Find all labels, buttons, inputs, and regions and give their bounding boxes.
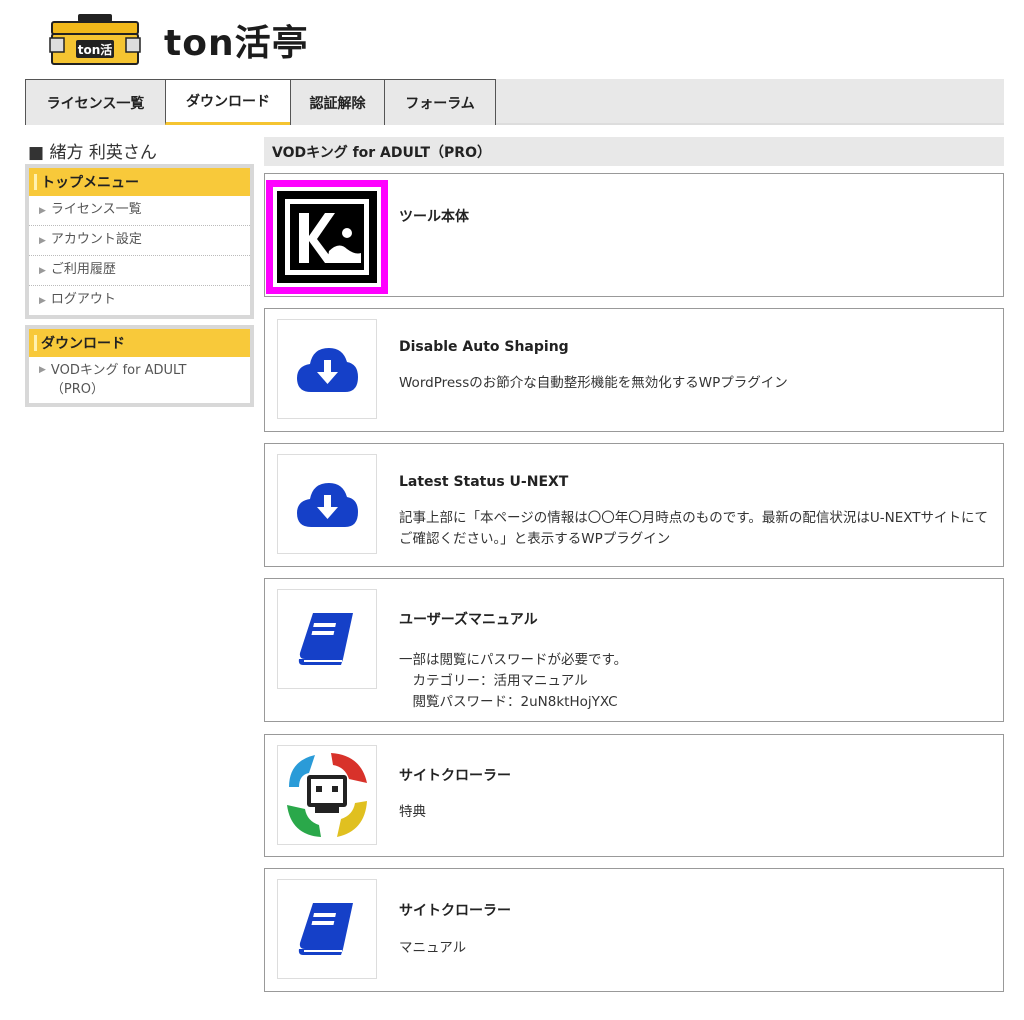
card-title[interactable]: サイトクローラー — [399, 765, 511, 785]
sidebar-item-account-settings[interactable]: ▶ アカウント設定 — [29, 226, 250, 256]
triangle-right-icon: ▶ — [39, 266, 46, 276]
download-card-users-manual[interactable]: ユーザーズマニュアル 一部は閲覧にパスワードが必要です。 カテゴリー：活用マニュ… — [264, 578, 1004, 722]
book-icon[interactable] — [277, 879, 377, 979]
card-description: 一部は閲覧にパスワードが必要です。 カテゴリー：活用マニュアル 閲覧パスワード：… — [399, 652, 628, 710]
triangle-right-icon: ▶ — [39, 365, 46, 375]
user-name: ■ 緒方 利英さん — [28, 143, 157, 163]
sidebar-download-menu: ダウンロード ▶ VODキング for ADULT （PRO） — [25, 325, 254, 407]
card-description: 特典 — [399, 804, 426, 820]
sidebar-item-label: ライセンス一覧 — [50, 202, 142, 217]
main-nav: ライセンス一覧 ダウンロード 認証解除 フォーラム — [25, 79, 1004, 125]
triangle-right-icon: ▶ — [39, 296, 46, 306]
card-description: WordPressのお節介な自動整形機能を無効化するWPプラグイン — [399, 375, 788, 391]
page-title: VODキング for ADULT（PRO） — [264, 137, 1004, 166]
logo-badge-text: ton活 — [78, 42, 113, 57]
download-card-disable-auto-shaping[interactable]: Disable Auto Shaping WordPressのお節介な自動整形機… — [264, 308, 1004, 432]
card-title[interactable]: ユーザーズマニュアル — [399, 609, 538, 629]
sidebar-item-usage-history[interactable]: ▶ ご利用履歴 — [29, 256, 250, 286]
site-title: ton活亭 — [164, 23, 309, 64]
sidebar-item-logout[interactable]: ▶ ログアウト — [29, 286, 250, 315]
robot-icon[interactable] — [277, 745, 377, 845]
triangle-right-icon: ▶ — [39, 206, 46, 216]
vod-king-logo-icon[interactable] — [266, 180, 388, 294]
sidebar-item-license-list[interactable]: ▶ ライセンス一覧 — [29, 196, 250, 226]
toolbox-icon: ton活 — [48, 12, 142, 68]
download-card-tool[interactable]: ツール本体 — [264, 173, 1004, 297]
card-title[interactable]: サイトクローラー — [399, 900, 511, 920]
card-title[interactable]: ツール本体 — [399, 206, 469, 226]
tab-license-list[interactable]: ライセンス一覧 — [25, 79, 166, 125]
download-card-latest-status[interactable]: Latest Status U-NEXT 記事上部に「本ページの情報は〇〇年〇月… — [264, 443, 1004, 567]
card-description: マニュアル — [399, 940, 467, 956]
book-icon[interactable] — [277, 589, 377, 689]
tab-forum[interactable]: フォーラム — [384, 79, 496, 125]
site-logo[interactable]: ton活 ton活亭 — [48, 12, 309, 68]
tab-download[interactable]: ダウンロード — [165, 79, 291, 125]
download-card-site-crawler-manual[interactable]: サイトクローラー マニュアル — [264, 868, 1004, 992]
sidebar-heading-top-menu: トップメニュー — [29, 168, 250, 196]
card-description: 記事上部に「本ページの情報は〇〇年〇月時点のものです。最新の配信状況はU-NEX… — [399, 510, 989, 547]
triangle-right-icon: ▶ — [39, 236, 46, 246]
sidebar-top-menu: トップメニュー ▶ ライセンス一覧 ▶ アカウント設定 ▶ ご利用履歴 ▶ ログアウト — [25, 164, 254, 319]
sidebar-item-vod-king[interactable]: ▶ VODキング for ADULT （PRO） — [29, 357, 250, 403]
sidebar-item-label: ご利用履歴 — [50, 262, 116, 277]
tab-deauthorize[interactable]: 認証解除 — [290, 79, 385, 125]
card-title[interactable]: Disable Auto Shaping — [399, 339, 569, 355]
sidebar-item-label: アカウント設定 — [50, 232, 142, 247]
cloud-download-icon[interactable] — [277, 454, 377, 554]
sidebar-heading-download: ダウンロード — [29, 329, 250, 357]
sidebar-item-label: VODキング for ADULT （PRO） — [50, 363, 187, 397]
card-title[interactable]: Latest Status U-NEXT — [399, 474, 568, 490]
download-card-site-crawler[interactable]: サイトクローラー 特典 — [264, 734, 1004, 857]
sidebar-item-label: ログアウト — [50, 292, 116, 307]
cloud-download-icon[interactable] — [277, 319, 377, 419]
